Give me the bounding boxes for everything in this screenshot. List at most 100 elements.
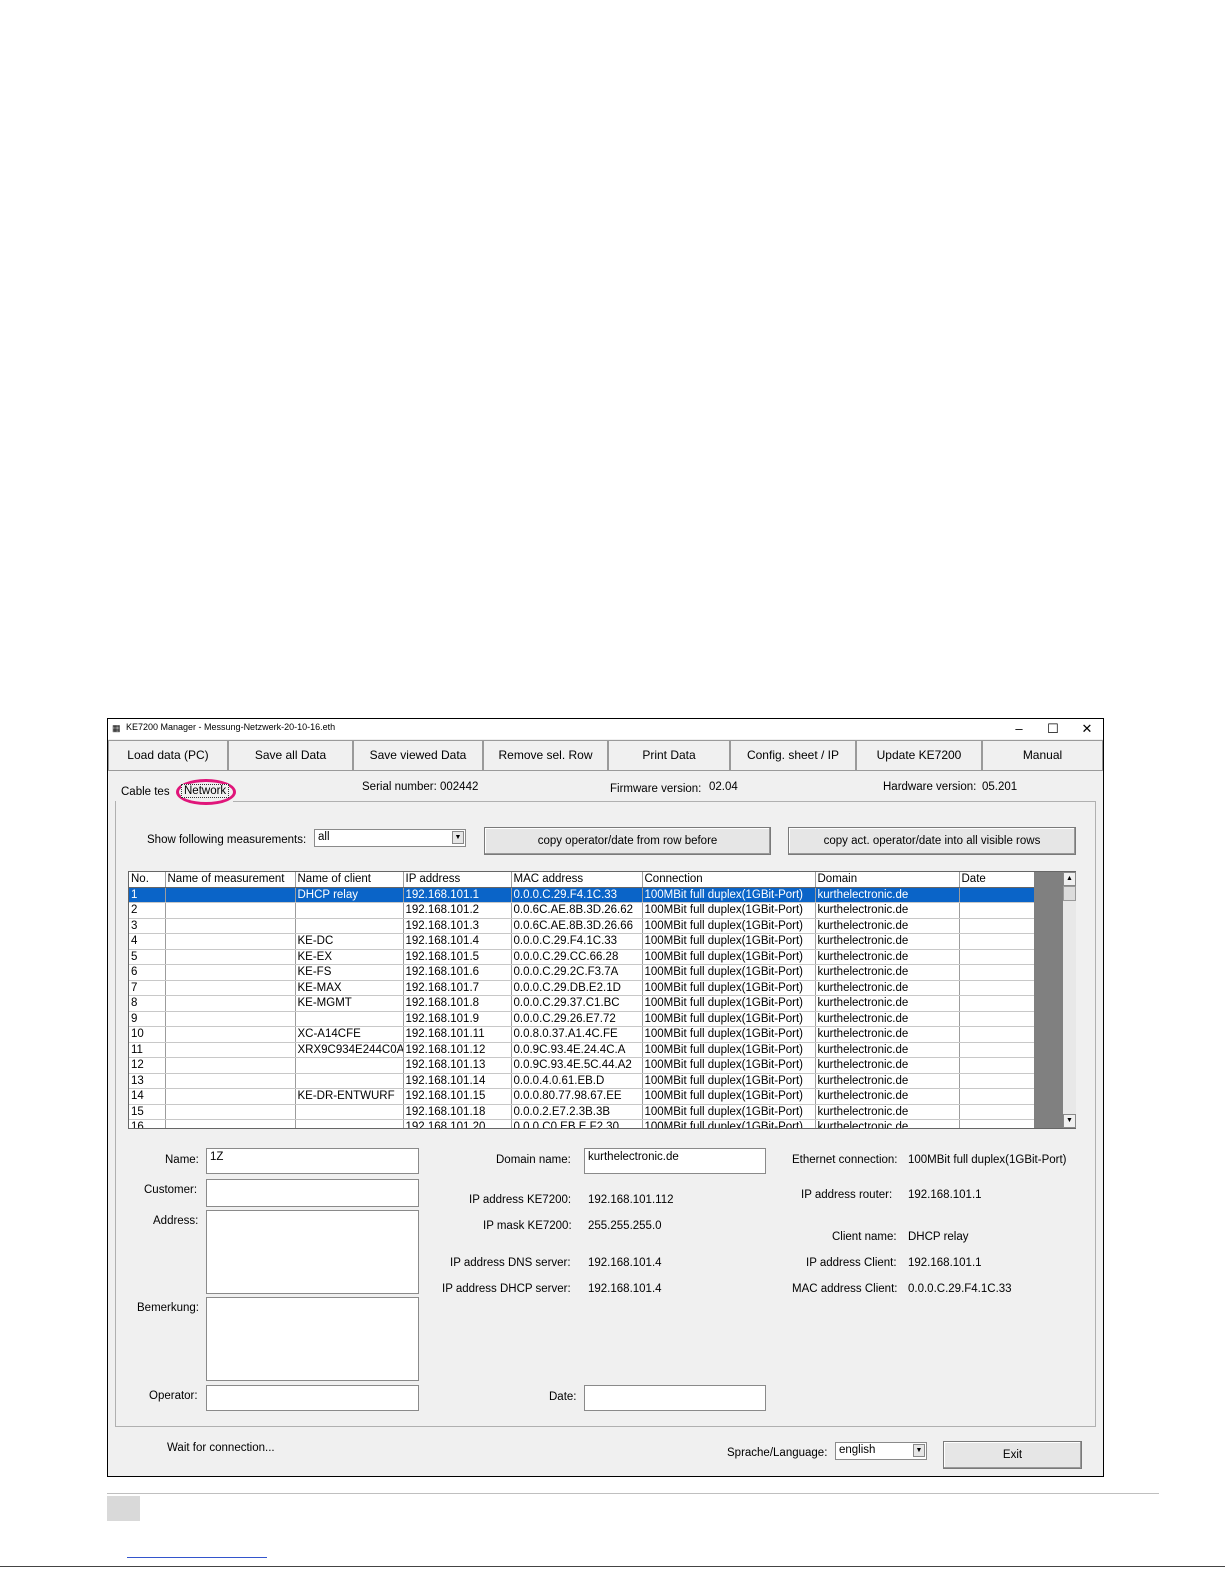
table-cell[interactable] [165, 964, 296, 981]
table-cell[interactable]: 192.168.101.3 [403, 918, 512, 934]
table-cell[interactable]: kurthelectronic.de [815, 918, 960, 934]
table-row[interactable]: 11 XRX9C934E244C0A 192.168.101.12 0.0.9C.93… [129, 1042, 1035, 1058]
table-cell[interactable]: 100MBit full duplex(1GBit-Port) [642, 1104, 816, 1120]
table-cell[interactable]: 100MBit full duplex(1GBit-Port) [642, 1057, 816, 1074]
table-row[interactable]: 16 192.168.101.20 0.0.0.C0.EB.E.F2.30 100MB… [129, 1119, 1035, 1128]
table-cell[interactable] [959, 1042, 1035, 1058]
table-cell[interactable] [959, 1104, 1035, 1120]
table-cell[interactable]: 0.0.0.80.77.98.67.EE [511, 1088, 643, 1105]
column-header[interactable]: No. [129, 872, 166, 888]
table-row[interactable]: 15 192.168.101.18 0.0.0.2.E7.2.3B.3B 100MBi… [129, 1104, 1035, 1120]
table-cell[interactable]: kurthelectronic.de [815, 1011, 960, 1027]
table-cell[interactable]: 100MBit full duplex(1GBit-Port) [642, 980, 816, 996]
table-cell[interactable]: 0.0.0.C.29.F4.1C.33 [511, 933, 643, 950]
customer-input[interactable] [206, 1179, 419, 1207]
table-cell[interactable] [165, 1119, 296, 1128]
table-cell[interactable]: 192.168.101.15 [403, 1088, 512, 1105]
tab-network[interactable]: Network [181, 784, 230, 798]
table-cell[interactable]: 11 [129, 1042, 166, 1058]
table-cell[interactable]: KE-MGMT [295, 995, 404, 1012]
table-row[interactable]: 2 192.168.101.2 0.0.6C.AE.8B.3D.26.62 100MB… [129, 902, 1035, 919]
table-cell[interactable]: kurthelectronic.de [815, 1042, 960, 1058]
table-cell[interactable] [165, 1104, 296, 1120]
table-row[interactable]: 3 192.168.101.3 0.0.6C.AE.8B.3D.26.66 100MB… [129, 918, 1035, 934]
table-cell[interactable]: 0.0.0.C.29.37.C1.BC [511, 995, 643, 1012]
table-cell[interactable]: 0.0.0.C0.EB.E.F2.30 [511, 1119, 643, 1128]
table-cell[interactable]: 100MBit full duplex(1GBit-Port) [642, 918, 816, 934]
table-cell[interactable]: 3 [129, 918, 166, 934]
table-cell[interactable]: 0.0.6C.AE.8B.3D.26.62 [511, 902, 643, 919]
table-cell[interactable]: 0.0.0.C.29.2C.F3.7A [511, 964, 643, 981]
table-cell[interactable]: 100MBit full duplex(1GBit-Port) [642, 1119, 816, 1128]
operator-input[interactable] [206, 1385, 419, 1411]
table-cell[interactable]: 192.168.101.8 [403, 995, 512, 1012]
config-sheet-button[interactable]: Config. sheet / IP [730, 740, 856, 771]
table-cell[interactable]: 192.168.101.6 [403, 964, 512, 981]
table-row[interactable]: 14 KE-DR-ENTWURF 192.168.101.15 0.0.0.80.77… [129, 1088, 1035, 1105]
table-cell[interactable] [959, 1088, 1035, 1105]
table-cell[interactable]: 192.168.101.12 [403, 1042, 512, 1058]
maximize-button[interactable]: ☐ [1035, 719, 1071, 739]
manual-button[interactable]: Manual [982, 740, 1103, 771]
table-scrollbar[interactable]: ▲ ▼ [1034, 872, 1076, 1128]
table-cell[interactable]: 100MBit full duplex(1GBit-Port) [642, 1073, 816, 1089]
table-cell[interactable]: 0.0.0.C.29.26.E7.72 [511, 1011, 643, 1027]
table-cell[interactable]: 14 [129, 1088, 166, 1105]
table-cell[interactable]: 9 [129, 1011, 166, 1027]
language-select[interactable]: english ▼ [835, 1442, 927, 1460]
table-cell[interactable]: 100MBit full duplex(1GBit-Port) [642, 995, 816, 1012]
column-header[interactable]: Date [959, 872, 1035, 888]
table-cell[interactable]: 0.0.0.C.29.F4.1C.33 [511, 887, 643, 903]
scroll-track[interactable] [1063, 872, 1076, 1128]
table-cell[interactable] [295, 1104, 404, 1120]
table-cell[interactable]: 192.168.101.1 [403, 887, 512, 903]
table-cell[interactable]: 192.168.101.9 [403, 1011, 512, 1027]
table-cell[interactable]: 100MBit full duplex(1GBit-Port) [642, 1026, 816, 1043]
table-cell[interactable]: 192.168.101.4 [403, 933, 512, 950]
table-cell[interactable] [165, 1011, 296, 1027]
table-cell[interactable]: 192.168.101.11 [403, 1026, 512, 1043]
table-cell[interactable]: 192.168.101.2 [403, 902, 512, 919]
table-cell[interactable] [959, 995, 1035, 1012]
table-cell[interactable]: 6 [129, 964, 166, 981]
table-cell[interactable]: 16 [129, 1119, 166, 1128]
table-cell[interactable]: kurthelectronic.de [815, 1119, 960, 1128]
table-cell[interactable] [295, 1073, 404, 1089]
table-cell[interactable]: 192.168.101.18 [403, 1104, 512, 1120]
scroll-down-icon[interactable]: ▼ [1063, 1114, 1076, 1128]
table-cell[interactable]: KE-FS [295, 964, 404, 981]
table-row[interactable]: 8 KE-MGMT 192.168.101.8 0.0.0.C.29.37.C1.BC… [129, 995, 1035, 1012]
column-header[interactable]: Name of client [295, 872, 404, 888]
table-row[interactable]: 1 DHCP relay 192.168.101.1 0.0.0.C.29.F4.1C… [129, 887, 1035, 903]
table-cell[interactable]: kurthelectronic.de [815, 995, 960, 1012]
table-cell[interactable] [959, 1119, 1035, 1128]
save-viewed-button[interactable]: Save viewed Data [353, 740, 483, 771]
table-cell[interactable] [295, 902, 404, 919]
table-cell[interactable]: 5 [129, 949, 166, 965]
note-textarea[interactable] [206, 1297, 419, 1381]
table-cell[interactable]: 7 [129, 980, 166, 996]
table-cell[interactable] [959, 964, 1035, 981]
column-header[interactable]: IP address [403, 872, 512, 888]
table-cell[interactable]: 100MBit full duplex(1GBit-Port) [642, 964, 816, 981]
table-cell[interactable]: kurthelectronic.de [815, 980, 960, 996]
save-all-button[interactable]: Save all Data [228, 740, 353, 771]
table-cell[interactable]: 100MBit full duplex(1GBit-Port) [642, 1088, 816, 1105]
date-input[interactable] [584, 1385, 766, 1411]
table-cell[interactable]: kurthelectronic.de [815, 1026, 960, 1043]
table-cell[interactable] [165, 949, 296, 965]
table-cell[interactable] [165, 1026, 296, 1043]
table-cell[interactable]: 192.168.101.14 [403, 1073, 512, 1089]
table-row[interactable]: 10 XC-A14CFE 192.168.101.11 0.0.8.0.37.A1.4… [129, 1026, 1035, 1043]
table-cell[interactable] [959, 1073, 1035, 1089]
scroll-thumb[interactable] [1063, 886, 1076, 901]
column-header[interactable]: Domain [815, 872, 960, 888]
table-cell[interactable]: KE-DR-ENTWURF [295, 1088, 404, 1105]
table-cell[interactable]: 100MBit full duplex(1GBit-Port) [642, 1011, 816, 1027]
table-cell[interactable]: 100MBit full duplex(1GBit-Port) [642, 887, 816, 903]
table-cell[interactable] [165, 980, 296, 996]
table-cell[interactable]: kurthelectronic.de [815, 964, 960, 981]
table-cell[interactable]: 0.0.0.C.29.CC.66.28 [511, 949, 643, 965]
table-cell[interactable]: 0.0.6C.AE.8B.3D.26.66 [511, 918, 643, 934]
table-cell[interactable]: 0.0.9C.93.4E.5C.44.A2 [511, 1057, 643, 1074]
